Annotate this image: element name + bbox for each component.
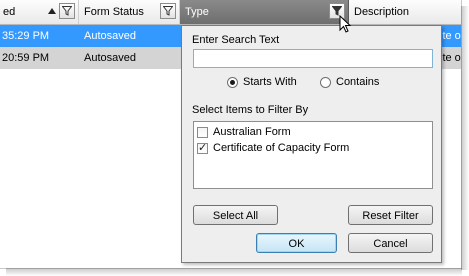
row-time-cell: 20:59 PM xyxy=(2,52,50,64)
column-header-date-label: ed xyxy=(3,6,16,18)
list-item-label: Certificate of Capacity Form xyxy=(213,142,350,154)
cancel-button[interactable]: Cancel xyxy=(348,233,433,253)
form-status-filter-button[interactable] xyxy=(160,3,176,19)
column-header-type[interactable]: Type xyxy=(180,0,349,24)
column-header-form-status[interactable]: Form Status xyxy=(79,0,180,24)
search-text-label: Enter Search Text xyxy=(192,34,280,46)
filter-items-label: Select Items to Filter By xyxy=(192,104,309,116)
ok-button[interactable]: OK xyxy=(256,233,337,253)
filter-funnel-icon xyxy=(62,6,72,16)
filter-items-list[interactable]: Australian Form Certificate of Capacity … xyxy=(193,121,433,189)
australian-form-checkbox[interactable] xyxy=(197,127,208,138)
column-header-description[interactable]: Description xyxy=(349,0,461,24)
grid-window: ed Form Status Type Description 35:29 PM… xyxy=(0,0,462,269)
reset-filter-button[interactable]: Reset Filter xyxy=(348,205,433,225)
row-description-cell: ite o xyxy=(440,30,461,42)
mouse-pointer-icon xyxy=(339,15,352,33)
contains-radio[interactable] xyxy=(320,77,331,88)
select-all-button[interactable]: Select All xyxy=(193,205,278,225)
contains-label[interactable]: Contains xyxy=(336,76,379,88)
row-status-cell: Autosaved xyxy=(84,30,136,42)
filter-funnel-icon xyxy=(163,6,173,16)
starts-with-label[interactable]: Starts With xyxy=(243,76,297,88)
certificate-of-capacity-checkbox[interactable] xyxy=(197,141,208,154)
row-description-cell: ite o xyxy=(440,52,461,64)
column-header-description-label: Description xyxy=(354,6,410,18)
window-shadow-right xyxy=(461,6,469,270)
grid-header: ed Form Status Type Description xyxy=(0,0,461,25)
window-shadow-bottom xyxy=(6,268,462,276)
starts-with-radio[interactable] xyxy=(227,77,238,88)
search-input[interactable] xyxy=(193,49,433,68)
column-header-date[interactable]: ed xyxy=(0,0,79,24)
row-status-cell: Autosaved xyxy=(84,52,136,64)
list-item-label: Australian Form xyxy=(213,126,291,138)
type-filter-popup: Enter Search Text Starts With Contains S… xyxy=(181,25,442,263)
row-time-cell: 35:29 PM xyxy=(2,30,50,42)
column-header-form-status-label: Form Status xyxy=(84,6,144,18)
column-header-type-label: Type xyxy=(185,6,209,18)
date-filter-button[interactable] xyxy=(59,3,75,19)
sort-ascending-icon xyxy=(48,8,56,14)
